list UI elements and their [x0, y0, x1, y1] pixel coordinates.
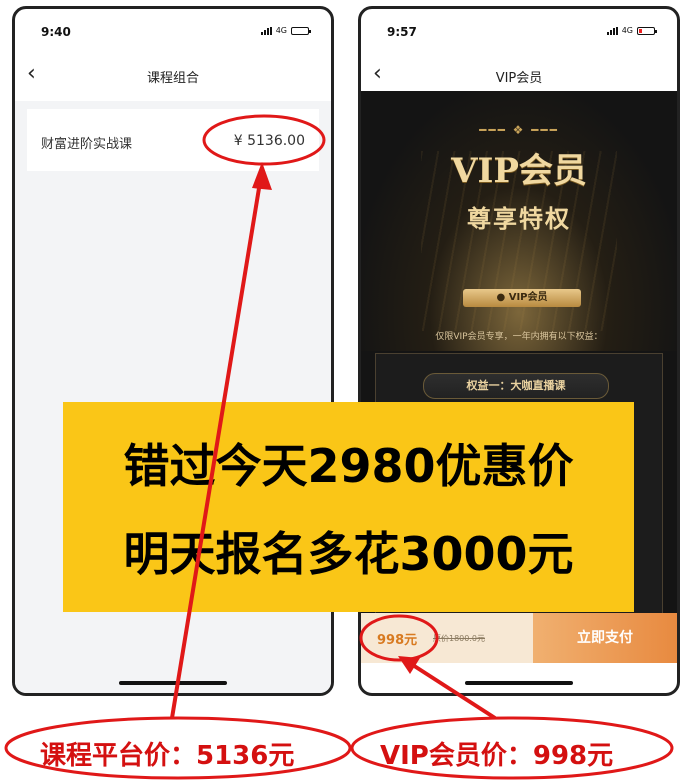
benefit-tag: 权益一：大咖直播课 [423, 373, 609, 399]
vip-price: 998元 [377, 633, 418, 648]
banner-line-2: 明天报名多花3000元 [123, 527, 574, 581]
status-time: 9:57 [387, 25, 417, 39]
banner-line-1: 错过今天2980优惠价 [123, 439, 574, 493]
vip-description: 仅限VIP会员专享，一年内拥有以下权益： [435, 332, 603, 342]
platform-price-callout: 课程平台价：5136元 [40, 741, 295, 771]
original-price: 原价1800.0元 [433, 634, 485, 643]
battery-icon [637, 26, 657, 35]
status-bar: 9:57 4G [361, 9, 677, 53]
course-price: ¥ 5136.00 [233, 133, 305, 149]
status-bar: 9:40 4G [15, 9, 331, 53]
ornament-divider: ━━━ ❖ ━━━ [479, 123, 559, 137]
network-label: 4G [621, 26, 633, 35]
page-title: VIP会员 [495, 71, 543, 86]
nav-bar: ‹ 课程组合 [15, 57, 331, 97]
vip-subtitle: 尊享特权 [467, 205, 571, 233]
signal-icon [606, 26, 618, 35]
network-label: 4G [275, 26, 287, 35]
vip-badge: ● VIP会员 [463, 289, 581, 307]
status-icons: 4G [260, 26, 311, 35]
home-indicator[interactable] [119, 681, 227, 685]
promo-banner: 错过今天2980优惠价 明天报名多花3000元 [63, 402, 634, 612]
pay-now-button[interactable]: 立即支付 [533, 613, 677, 663]
status-time: 9:40 [41, 25, 71, 39]
course-row[interactable]: 财富进阶实战课 ¥ 5136.00 [27, 109, 319, 171]
battery-icon [291, 26, 311, 35]
home-indicator[interactable] [465, 681, 573, 685]
price-area: 998元 原价1800.0元 [361, 613, 539, 663]
vip-title: VIP会员 [451, 151, 587, 191]
signal-icon [260, 26, 272, 35]
status-icons: 4G [606, 26, 657, 35]
page-title: 课程组合 [146, 71, 199, 86]
course-name: 财富进阶实战课 [41, 137, 133, 152]
payment-bar: 998元 原价1800.0元 立即支付 [361, 613, 677, 663]
vip-price-callout: VIP会员价：998元 [380, 741, 614, 771]
